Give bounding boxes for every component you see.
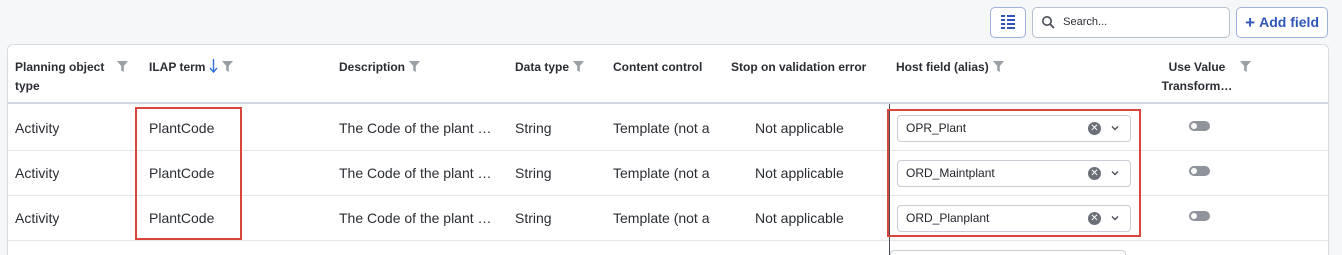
cell-content-control: Template (not a [613, 210, 710, 226]
search-box[interactable] [1032, 6, 1231, 38]
column-header-description[interactable]: Description [339, 58, 421, 77]
cell-description: The Code of the plant … [339, 120, 492, 136]
cell-data-type: String [515, 120, 552, 136]
column-header-ilap-term[interactable]: ILAP term [149, 58, 234, 77]
plus-icon: + [1245, 12, 1256, 32]
cell-data-type: String [515, 210, 552, 226]
filter-icon[interactable] [992, 61, 1004, 72]
cell-description: The Code of the plant … [339, 165, 492, 181]
use-value-transform-toggle[interactable] [1189, 166, 1210, 176]
highlight-box-host-field [887, 109, 1141, 237]
column-header-use-value-transform[interactable]: Use Value Transform… [1158, 58, 1251, 96]
cell-stop-on-validation-error: Not applicable [755, 210, 844, 226]
cell-stop-on-validation-error: Not applicable [755, 120, 844, 136]
filter-icon[interactable] [1240, 61, 1251, 72]
cell-description: The Code of the plant … [339, 210, 492, 226]
cell-planning-object-type: Activity [15, 120, 60, 136]
column-chooser-icon [1001, 15, 1016, 29]
column-header-host-field[interactable]: Host field (alias) [896, 58, 1004, 77]
table-header: Planning object type ILAP term Descripti… [8, 45, 1328, 104]
column-header-content-control[interactable]: Content control [613, 58, 702, 77]
search-icon [1042, 16, 1055, 29]
filter-icon[interactable] [222, 61, 234, 72]
sort-descending-icon[interactable] [209, 59, 218, 73]
cell-data-type: String [515, 165, 552, 181]
filter-icon[interactable] [117, 61, 128, 72]
cell-stop-on-validation-error: Not applicable [755, 165, 844, 181]
host-field-select[interactable] [890, 250, 1126, 255]
cell-content-control: Template (not a [613, 165, 710, 181]
column-header-data-type[interactable]: Data type [515, 58, 585, 77]
filter-icon[interactable] [409, 61, 421, 72]
column-chooser-button[interactable] [990, 6, 1027, 38]
add-field-button[interactable]: + Add field [1236, 6, 1328, 38]
filter-icon[interactable] [573, 61, 585, 72]
use-value-transform-toggle[interactable] [1189, 121, 1210, 131]
cell-planning-object-type: Activity [15, 210, 60, 226]
column-header-stop-on-validation-error[interactable]: Stop on validation error [731, 58, 866, 77]
toolbar: + Add field [990, 6, 1328, 38]
add-field-label: Add field [1259, 14, 1319, 30]
cell-planning-object-type: Activity [15, 165, 60, 181]
cell-content-control: Template (not a [613, 120, 710, 136]
use-value-transform-toggle[interactable] [1189, 211, 1210, 221]
highlight-box-ilap-term [135, 107, 242, 240]
search-input[interactable] [1063, 16, 1214, 28]
column-header-planning-object-type[interactable]: Planning object type [15, 58, 135, 96]
